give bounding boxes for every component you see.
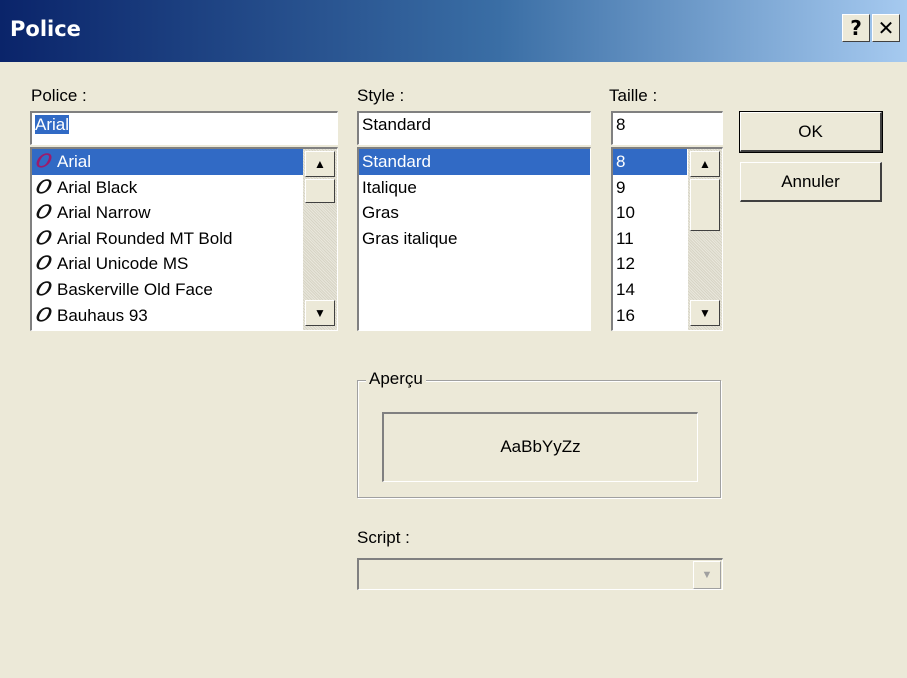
font-list-item-label: Baskerville Old Face — [57, 279, 213, 299]
arrow-up-icon: ▲ — [314, 157, 326, 171]
arrow-up-icon: ▲ — [699, 157, 711, 171]
font-list-item-label: Arial Unicode MS — [57, 254, 189, 274]
close-icon: ✕ — [877, 16, 895, 40]
chevron-down-icon: ▼ — [701, 569, 713, 581]
close-button[interactable]: ✕ — [872, 14, 900, 42]
font-label: Police : — [31, 86, 87, 105]
truetype-font-icon: 𝑂 — [35, 253, 50, 275]
scroll-up-button[interactable]: ▲ — [690, 151, 720, 177]
script-select[interactable]: ▼ — [357, 558, 723, 590]
size-list-item[interactable]: 8 — [613, 149, 687, 175]
style-list-item[interactable]: Gras — [359, 200, 590, 226]
truetype-font-icon: 𝑂 — [35, 278, 50, 300]
truetype-font-icon: 𝑂 — [35, 227, 50, 249]
window-title: Police — [10, 17, 81, 41]
size-input-value: 8 — [616, 115, 626, 134]
preview-group-label: Aperçu — [366, 369, 426, 389]
font-list-item[interactable]: 𝑂 Arial Rounded MT Bold — [32, 226, 337, 252]
font-list-item[interactable]: 𝑂 Bauhaus 93 — [32, 303, 337, 329]
style-list-item[interactable]: Italique — [359, 175, 590, 201]
truetype-font-icon: 𝑂 — [35, 202, 50, 224]
font-input-value: Arial — [35, 115, 70, 134]
style-label: Style : — [357, 86, 405, 105]
size-label: Taille : — [609, 86, 658, 105]
font-list[interactable]: 𝑂 Arial 𝑂 Arial Black 𝑂 Arial Narrow 𝑂 Arial… — [30, 147, 338, 331]
font-list-item[interactable]: 𝑂 Baskerville Old Face — [32, 277, 337, 303]
truetype-font-icon: 𝑂 — [35, 304, 50, 326]
scroll-thumb[interactable] — [305, 179, 335, 203]
scroll-down-button[interactable]: ▼ — [305, 300, 335, 326]
style-input[interactable]: Standard — [357, 111, 591, 145]
font-list-item-label: Arial Rounded MT Bold — [57, 228, 233, 248]
preview-sample-text: AaBbYyZz — [500, 437, 581, 456]
truetype-font-icon: 𝑂 — [35, 151, 50, 172]
style-list[interactable]: Standard Italique Gras Gras italique — [357, 147, 591, 331]
font-input[interactable]: Arial — [30, 111, 338, 145]
arrow-down-icon: ▼ — [699, 306, 711, 320]
preview-sample-box: AaBbYyZz — [382, 412, 698, 482]
font-list-item[interactable]: 𝑂 Arial Black — [32, 175, 337, 201]
help-icon: ? — [850, 16, 862, 40]
size-list[interactable]: 8 9 10 11 12 14 16 ▲ ▼ — [611, 147, 723, 331]
style-list-item[interactable]: Gras italique — [359, 226, 590, 252]
font-list-item[interactable]: 𝑂 Arial Unicode MS — [32, 251, 337, 277]
font-list-item-label: Bauhaus 93 — [57, 305, 148, 325]
size-input[interactable]: 8 — [611, 111, 723, 145]
font-list-item[interactable]: 𝑂 Arial Narrow — [32, 200, 337, 226]
ok-button[interactable]: OK — [739, 111, 883, 153]
help-button[interactable]: ? — [842, 14, 870, 42]
font-list-item-label: Arial Narrow — [57, 203, 151, 223]
font-list-item-label: Arial Black — [57, 177, 138, 197]
arrow-down-icon: ▼ — [314, 306, 326, 320]
script-label: Script : — [357, 528, 410, 547]
script-dropdown-button[interactable]: ▼ — [693, 561, 721, 589]
cancel-button[interactable]: Annuler — [740, 162, 882, 202]
style-input-value: Standard — [362, 115, 431, 134]
scroll-thumb[interactable] — [690, 179, 720, 231]
font-list-item-label: Arial — [57, 152, 92, 171]
style-list-item[interactable]: Standard — [359, 149, 590, 175]
font-list-scrollbar[interactable]: ▲ ▼ — [303, 149, 337, 330]
title-bar: Police ? ✕ — [0, 0, 907, 62]
truetype-font-icon: 𝑂 — [35, 176, 50, 198]
size-list-scrollbar[interactable]: ▲ ▼ — [688, 149, 722, 330]
scroll-up-button[interactable]: ▲ — [305, 151, 335, 177]
scroll-down-button[interactable]: ▼ — [690, 300, 720, 326]
font-list-item[interactable]: 𝑂 Arial — [32, 149, 337, 175]
